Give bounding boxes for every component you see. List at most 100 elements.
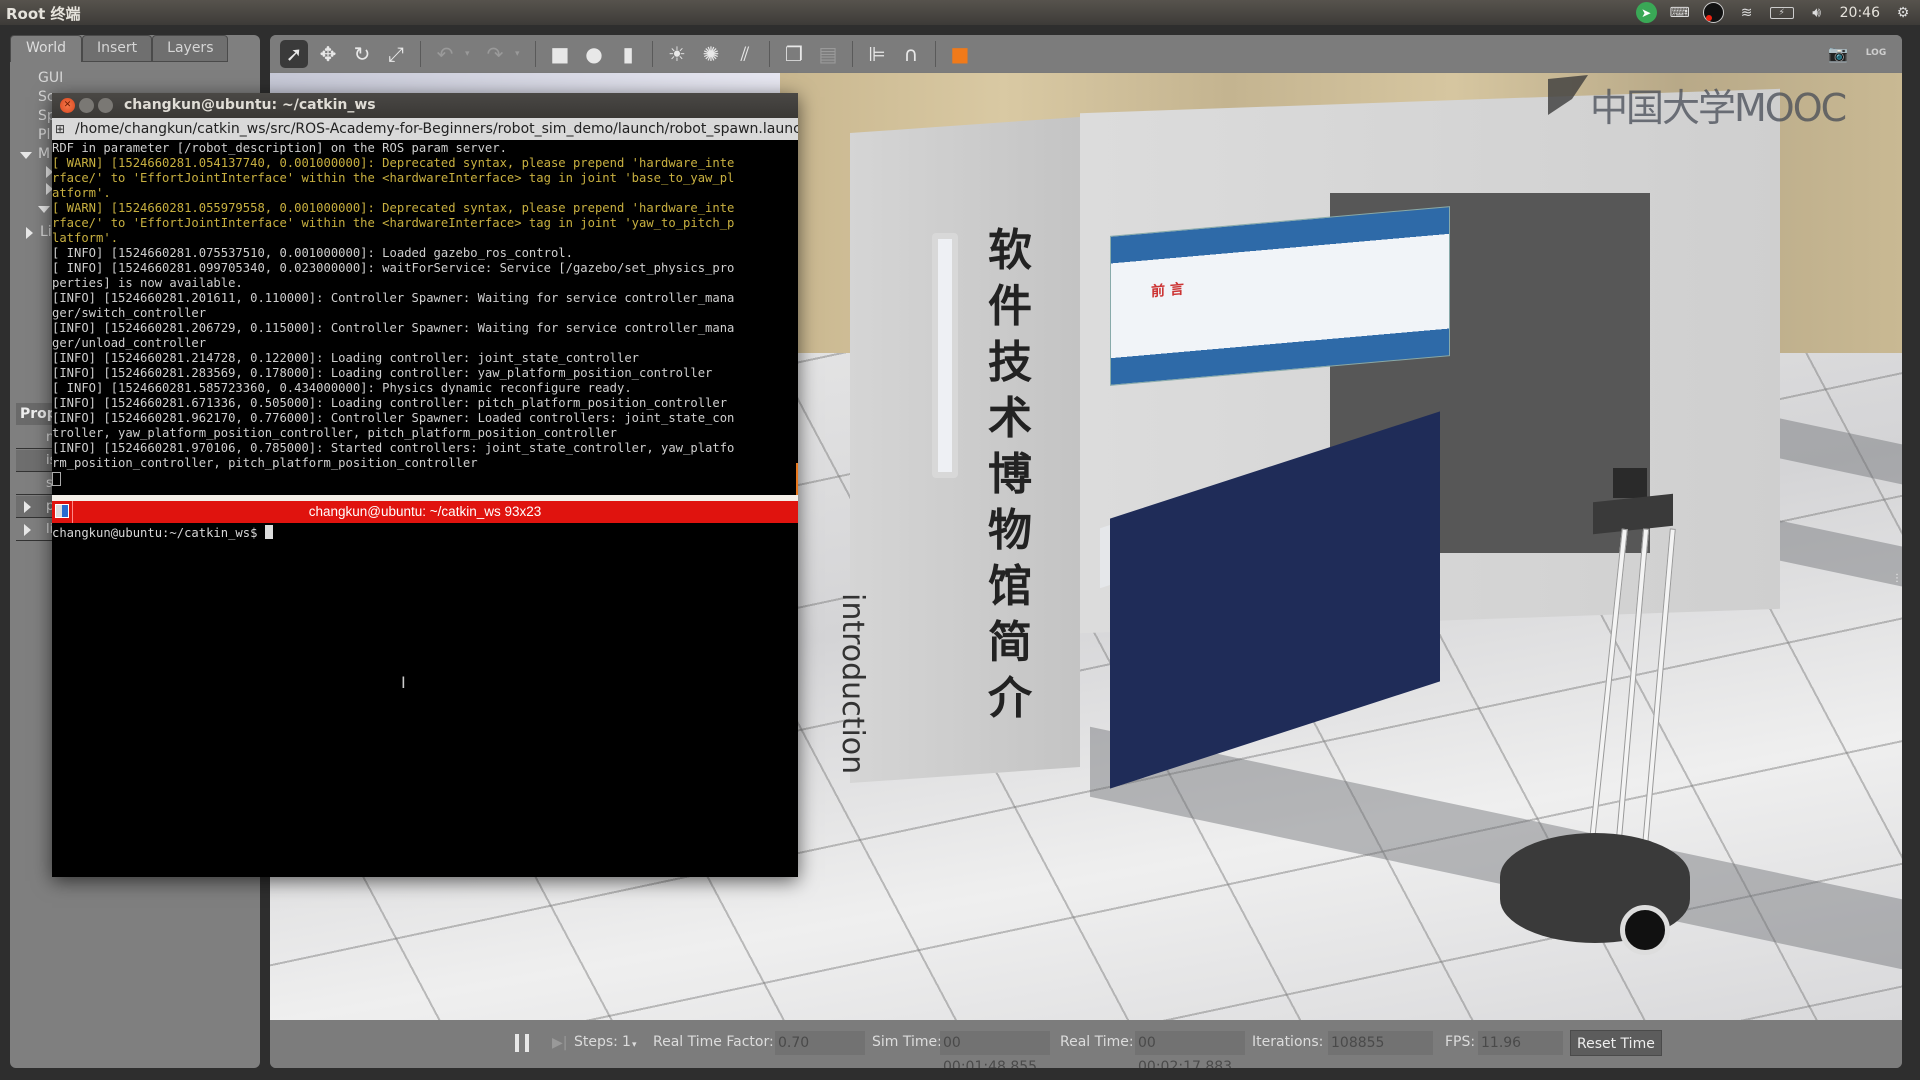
align-icon[interactable]: ⊫ — [863, 40, 891, 68]
terminator-layout-icon[interactable] — [55, 504, 69, 518]
tree-item-models[interactable]: M — [38, 146, 50, 162]
tree-item-physics[interactable]: Pl — [38, 127, 50, 143]
iterations-value: 108855 — [1328, 1031, 1433, 1055]
close-window-button[interactable]: ✕ — [60, 98, 75, 113]
telegram-send-icon[interactable]: ➤ — [1635, 2, 1657, 23]
view-angle-icon[interactable]: ■ — [946, 40, 974, 68]
booth-light-strip — [932, 233, 958, 478]
terminal-log-line: [INFO] [1524660281.206729, 0.115000]: Co… — [52, 321, 735, 335]
text-cursor — [264, 525, 273, 539]
point-light-icon[interactable]: ☀ — [663, 40, 691, 68]
booth-poster: 前 言 — [1110, 206, 1450, 386]
terminal-log-line: [ INFO] [1524660281.585723360, 0.4340000… — [52, 381, 632, 395]
real-time-factor-value: 0.70 — [775, 1031, 865, 1055]
steps-label: Steps: — [574, 1034, 618, 1050]
booth-side-panel — [850, 116, 1080, 784]
pause-button[interactable] — [515, 1034, 529, 1052]
sim-time-value: 00 00:01:48.855 — [940, 1031, 1050, 1068]
reset-time-button[interactable]: Reset Time — [1570, 1030, 1662, 1056]
terminal-log-line: ger/unload_controller — [52, 336, 207, 350]
redo-icon[interactable]: ↷ — [481, 40, 509, 68]
box-shape-icon[interactable]: ■ — [546, 40, 574, 68]
real-time-factor-label: Real Time Factor: — [653, 1034, 774, 1050]
terminal-titlebar[interactable]: ✕ changkun@ubuntu: ~/catkin_ws — [52, 93, 798, 118]
sim-time-label: Sim Time: — [872, 1034, 942, 1050]
rotate-mode-icon[interactable]: ↻ — [348, 40, 376, 68]
real-time-value: 00 00:02:17.883 — [1135, 1031, 1245, 1068]
pane-scroll-indicator — [796, 463, 798, 495]
spot-light-icon[interactable]: ✺ — [697, 40, 725, 68]
terminal-tab-path[interactable]: /home/changkun/catkin_ws/src/ROS-Academy… — [75, 121, 798, 137]
hollow-cursor — [52, 471, 61, 486]
tab-layers[interactable]: Layers — [152, 35, 229, 62]
redo-history-dropdown-icon[interactable]: ▾ — [515, 49, 525, 59]
split-bar-separator — [72, 501, 73, 523]
terminal-log-line: [ WARN] [1524660281.054137740, 0.0010000… — [52, 156, 735, 170]
terminal-log-line: [INFO] [1524660281.214728, 0.122000]: Lo… — [52, 351, 639, 365]
tab-insert[interactable]: Insert — [82, 35, 153, 62]
cylinder-shape-icon[interactable]: ▮ — [614, 40, 642, 68]
scale-mode-icon[interactable]: ⤢ — [382, 40, 410, 68]
robot-lidar — [1613, 468, 1647, 498]
fps-value: 11.96 — [1478, 1031, 1563, 1055]
poster-title: 前 言 — [1151, 281, 1184, 301]
clock[interactable]: 20:46 — [1840, 5, 1880, 21]
tab-world[interactable]: World — [10, 35, 82, 62]
terminal-log-line: rm_position_controller, pitch_platform_p… — [52, 456, 478, 470]
undo-history-dropdown-icon[interactable]: ▾ — [465, 49, 475, 59]
wifi-icon[interactable]: ≋ — [1736, 3, 1758, 23]
translate-mode-icon[interactable]: ✥ — [314, 40, 342, 68]
terminal-tab-bar[interactable]: ⊞ /home/changkun/catkin_ws/src/ROS-Academ… — [52, 118, 798, 140]
copy-icon[interactable]: ❐ — [780, 40, 808, 68]
expand-models-icon[interactable] — [20, 152, 32, 159]
tree-item-gui[interactable]: GUI — [38, 70, 63, 86]
terminal-log-line: RDF in parameter [/robot_description] on… — [52, 141, 507, 155]
terminal-pane-top[interactable]: RDF in parameter [/robot_description] on… — [52, 141, 798, 487]
keyboard-icon[interactable]: ⌨ — [1669, 3, 1691, 23]
obs-record-icon[interactable] — [1702, 2, 1724, 23]
undo-icon[interactable]: ↶ — [431, 40, 459, 68]
system-tray: ➤ ⌨ ≋ ⚡ 🔊︎ 20:46 ⚙ — [1635, 0, 1914, 25]
minimize-window-button[interactable] — [79, 98, 94, 113]
steps-value[interactable]: 1 — [622, 1034, 631, 1050]
panel-resize-handle[interactable]: ⋮ — [1892, 573, 1902, 589]
terminal-log-line: [ INFO] [1524660281.099705340, 0.0230000… — [52, 261, 735, 275]
select-mode-icon[interactable]: ➚ — [280, 39, 308, 68]
terminal-layout-icon[interactable]: ⊞ — [55, 118, 69, 140]
volume-icon[interactable]: 🔊︎ — [1806, 3, 1828, 23]
log-download-icon[interactable]: LOG — [1862, 39, 1890, 67]
left-panel-tabs: World Insert Layers — [10, 35, 229, 62]
maximize-window-button[interactable] — [98, 98, 113, 113]
expand-lights-icon[interactable] — [26, 227, 33, 239]
sphere-shape-icon[interactable]: ● — [580, 40, 608, 68]
mooc-watermark: 中国大学MOOC — [1590, 86, 1847, 130]
step-button[interactable]: ▶| — [552, 1035, 567, 1051]
paste-icon[interactable]: ▤ — [814, 40, 842, 68]
screenshot-camera-icon[interactable]: 📷 — [1824, 39, 1852, 67]
sim-status-bar: ▶| Steps: 1 ▾ Real Time Factor: 0.70 Sim… — [270, 1020, 1902, 1068]
booth-title: 软件技术博物馆简介 — [988, 225, 1032, 724]
toolbar-separator — [769, 40, 770, 67]
snap-icon[interactable]: ∩ — [897, 40, 925, 68]
terminal-log-line: rface/' to 'EffortJointInterface' within… — [52, 216, 735, 230]
power-gear-icon[interactable]: ⚙ — [1892, 3, 1914, 23]
directional-light-icon[interactable]: ⫽ — [731, 40, 759, 68]
terminal-log-line: ger/switch_controller — [52, 306, 207, 320]
toolbar-separator — [852, 40, 853, 67]
terminal-log-line: [INFO] [1524660281.283569, 0.178000]: Lo… — [52, 366, 713, 380]
active-app-title: Root 终端 — [6, 5, 81, 23]
battery-icon[interactable]: ⚡ — [1769, 6, 1794, 19]
steps-dropdown-icon[interactable]: ▾ — [632, 1040, 637, 1050]
terminal-pane-bottom[interactable]: changkun@ubuntu:~/catkin_ws$ — [52, 523, 798, 877]
terminal-log-line: [INFO] [1524660281.201611, 0.110000]: Co… — [52, 291, 735, 305]
terminal-window[interactable]: ✕ changkun@ubuntu: ~/catkin_ws ⊞ /home/ch… — [52, 93, 798, 877]
expand-link-icon[interactable] — [24, 524, 31, 536]
tree-item-lights[interactable]: Li — [40, 224, 52, 240]
terminal-title: changkun@ubuntu: ~/catkin_ws — [124, 97, 376, 113]
terminal-log-line: [INFO] [1524660281.671336, 0.505000]: Lo… — [52, 396, 728, 410]
terminal-log-line: latform'. — [52, 231, 119, 245]
expand-pose-icon[interactable] — [24, 501, 31, 513]
terminal-split-titlebar[interactable]: changkun@ubuntu: ~/catkin_ws 93x23 — [52, 501, 798, 523]
expand-child-icon[interactable] — [38, 206, 50, 213]
shell-prompt: changkun@ubuntu:~/catkin_ws$ — [52, 526, 265, 540]
